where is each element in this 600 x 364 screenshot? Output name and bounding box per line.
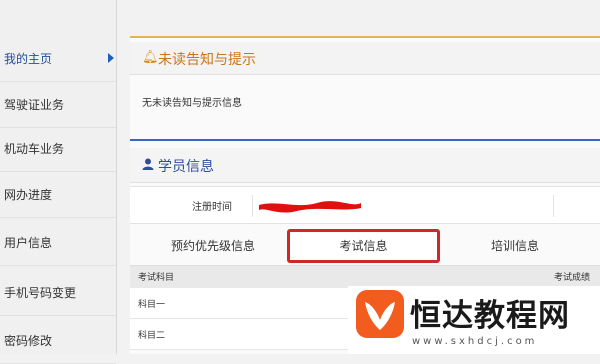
sidebar-item-user-info[interactable]: 用户信息	[0, 220, 116, 266]
notice-title: 未读告知与提示	[158, 52, 256, 68]
tab-label: 预约优先级信息	[170, 239, 255, 253]
sidebar-item-password[interactable]: 密码修改	[0, 318, 116, 364]
sidebar-item-home[interactable]: 我的主页	[0, 36, 116, 82]
chevron-right-icon	[108, 53, 114, 63]
tab-bar: 预约优先级信息 考试信息 培训信息	[130, 229, 600, 263]
column-header-score: 考试成绩	[554, 273, 591, 283]
tab-exam-info[interactable]: 考试信息	[287, 229, 440, 263]
registration-value	[252, 195, 554, 217]
sidebar-item-phone-change[interactable]: 手机号码变更	[0, 270, 116, 316]
tab-priority[interactable]: 预约优先级信息	[148, 229, 278, 263]
sidebar-item-label: 密码修改	[4, 334, 53, 348]
tab-label: 培训信息	[490, 239, 539, 253]
top-accent-line	[130, 36, 600, 38]
sidebar-item-label: 网办进度	[4, 188, 53, 202]
sidebar-item-label: 我的主页	[4, 52, 53, 66]
watermark-url: www.sxhdcj.com	[412, 336, 538, 347]
sidebar-item-label: 用户信息	[4, 236, 53, 250]
table-cell-subject: 科目一	[138, 300, 166, 310]
user-icon	[142, 158, 154, 170]
notice-message: 无未读告知与提示信息	[142, 98, 242, 109]
bell-icon: 🔔︎	[142, 50, 159, 65]
sidebar-item-progress[interactable]: 网办进度	[0, 172, 116, 218]
sidebar-item-label: 手机号码变更	[4, 286, 77, 300]
column-header-subject: 考试科目	[138, 273, 175, 283]
table-cell-subject: 科目二	[138, 331, 166, 341]
sidebar-item-label: 机动车业务	[4, 142, 65, 156]
section-divider	[130, 139, 600, 141]
watermark-title: 恒达教程网	[410, 298, 570, 334]
watermark: 恒达教程网 www.sxhdcj.com	[348, 286, 600, 354]
notice-header: 🔔︎ 未读告知与提示	[130, 42, 600, 75]
tab-label: 考试信息	[339, 239, 388, 253]
student-title: 学员信息	[158, 159, 214, 175]
registration-row: 注册时间	[130, 186, 600, 224]
tab-training[interactable]: 培训信息	[460, 229, 570, 263]
student-header: 学员信息	[130, 148, 600, 183]
sidebar-item-license[interactable]: 驾驶证业务	[0, 82, 116, 128]
sidebar-item-vehicle[interactable]: 机动车业务	[0, 126, 116, 172]
registration-label: 注册时间	[192, 202, 232, 213]
sidebar: 我的主页 驾驶证业务 机动车业务 网办进度 用户信息 手机号码变更 密码修改	[0, 0, 117, 364]
sidebar-item-label: 驾驶证业务	[4, 98, 65, 112]
redaction-scribble	[259, 201, 361, 213]
tail-logo-icon	[356, 290, 404, 338]
